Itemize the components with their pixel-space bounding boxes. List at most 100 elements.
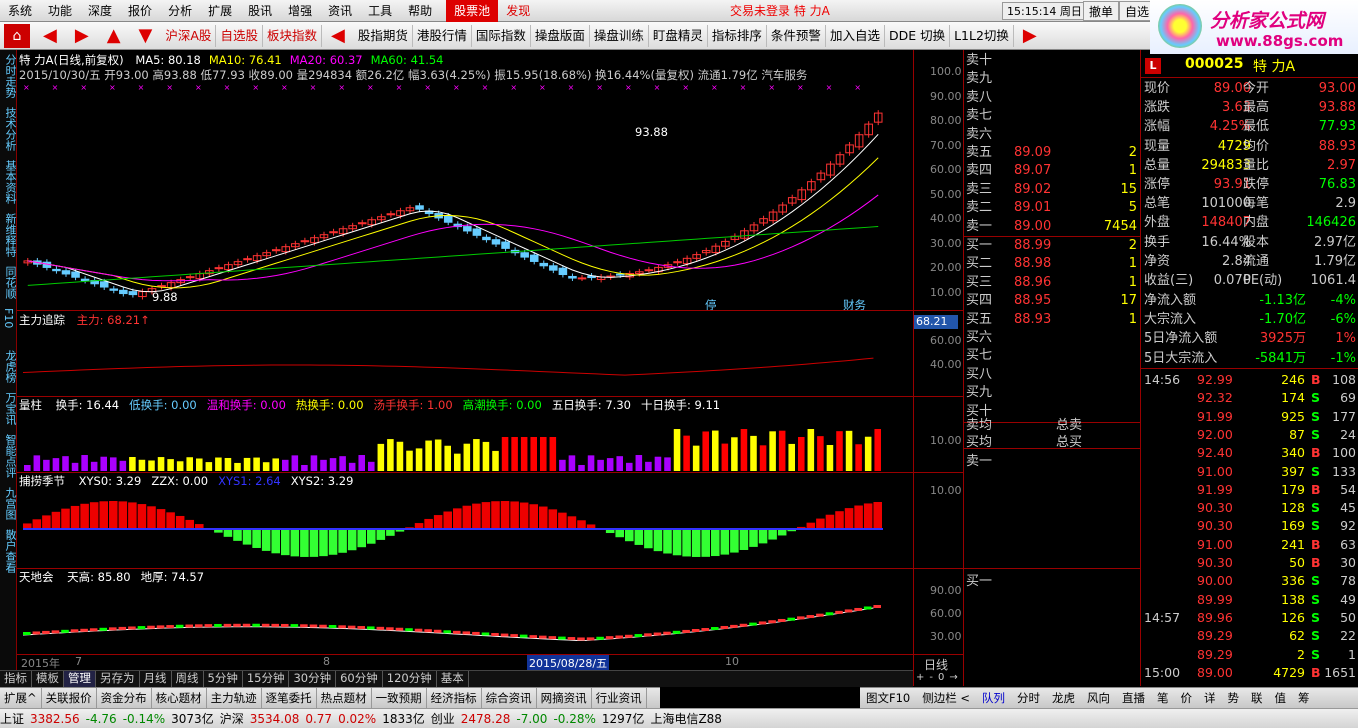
chart-tab-4[interactable]: 月线: [140, 671, 172, 687]
menu-item-9[interactable]: 工具: [360, 0, 400, 22]
leftnav-item-0[interactable]: 分时走势: [2, 54, 18, 98]
chart-tab-2[interactable]: 管理: [64, 671, 96, 687]
toolbar-right-10[interactable]: L1L2切换: [950, 24, 1014, 47]
sell-level-3[interactable]: 卖七: [966, 107, 1141, 125]
menu-item-0[interactable]: 系统: [0, 0, 40, 22]
toolbar-right-4[interactable]: 操盘训练: [590, 24, 649, 47]
toolbar-right-9[interactable]: DDE 切换: [885, 24, 951, 47]
home-icon[interactable]: ⌂: [4, 23, 30, 48]
func-tab-5[interactable]: 逐笔委托: [262, 688, 317, 708]
sell-level-2[interactable]: 卖八: [966, 89, 1141, 107]
right-tab-1[interactable]: 侧边栏 <: [916, 688, 976, 708]
toolbar-right-3[interactable]: 操盘版面: [531, 24, 590, 47]
right-tab-9[interactable]: 详: [1198, 688, 1222, 708]
func-tab-1[interactable]: 关联报价: [42, 688, 97, 708]
chart-area[interactable]: × × × × × × × × × × × × × × × × × × × × × × × × × × × × × × 特 力A(日线,前…: [17, 50, 913, 686]
leftnav-item-6[interactable]: 龙虎榜: [2, 350, 18, 383]
toolbar-arrow-icon-2[interactable]: ▲: [98, 25, 130, 47]
toolbar-right-0[interactable]: 股指期货: [354, 24, 413, 47]
toolbar-arrow-icon-0[interactable]: ◀: [34, 25, 66, 47]
leftnav-item-1[interactable]: 技术分析: [2, 107, 18, 151]
sell-level-8[interactable]: 卖二 89.01 5: [966, 199, 1141, 217]
right-tab-5[interactable]: 风向: [1081, 688, 1116, 708]
toolbar-right-7[interactable]: 条件预警: [767, 24, 826, 47]
toolbar-right-8[interactable]: 加入自选: [826, 24, 885, 47]
buy-level-8[interactable]: 买九: [966, 384, 1141, 402]
toolbar-right-5[interactable]: 盯盘精灵: [649, 24, 708, 47]
buy-level-2[interactable]: 买三 88.96 1: [966, 274, 1141, 292]
chart-tab-11[interactable]: 基本: [437, 671, 469, 687]
func-tab-6[interactable]: 热点题材: [317, 688, 372, 708]
right-tab-0[interactable]: 图文F10: [860, 688, 916, 708]
menu-red-item-1[interactable]: 发现: [498, 0, 538, 22]
leftnav-item-5[interactable]: F10: [2, 308, 15, 328]
buy-level-6[interactable]: 买七: [966, 347, 1141, 365]
func-tab-7[interactable]: 一致预期: [372, 688, 427, 708]
toolbar-left-0[interactable]: 沪深A股: [161, 24, 217, 47]
toolbar-arrow-icon-1[interactable]: ▶: [66, 25, 98, 47]
menu-item-10[interactable]: 帮助: [400, 0, 440, 22]
buy-level-9[interactable]: 买十: [966, 403, 1141, 421]
leftnav-item-8[interactable]: 智能点评: [2, 434, 18, 478]
buy-level-7[interactable]: 买八: [966, 366, 1141, 384]
func-tab-9[interactable]: 综合资讯: [482, 688, 537, 708]
toolbar-left-1[interactable]: 自选股: [216, 24, 263, 47]
chart-tab-6[interactable]: 5分钟: [204, 671, 243, 687]
right-tab-11[interactable]: 联: [1245, 688, 1269, 708]
menu-item-5[interactable]: 扩展: [200, 0, 240, 22]
right-tab-7[interactable]: 笔: [1151, 688, 1175, 708]
menu-item-6[interactable]: 股讯: [240, 0, 280, 22]
toolbar-left-2[interactable]: 板块指数: [263, 24, 322, 47]
axis-control-1[interactable]: -: [929, 672, 933, 683]
leftnav-item-10[interactable]: 散户查看: [2, 529, 18, 573]
func-tab-2[interactable]: 资金分布: [97, 688, 152, 708]
sell-level-5[interactable]: 卖五 89.09 2: [966, 144, 1141, 162]
toolbar-right-1[interactable]: 港股行情: [413, 24, 472, 47]
func-tab-4[interactable]: 主力轨迹: [207, 688, 262, 708]
leftnav-item-2[interactable]: 基本资料: [2, 160, 18, 204]
axis-control-0[interactable]: +: [916, 672, 924, 683]
axis-control-3[interactable]: →: [949, 672, 957, 683]
chart-tab-0[interactable]: 指标: [0, 671, 32, 687]
right-tab-12[interactable]: 值: [1269, 688, 1293, 708]
func-tab-11[interactable]: 行业资讯: [592, 688, 647, 708]
right-tab-8[interactable]: 价: [1175, 688, 1199, 708]
chart-tab-9[interactable]: 60分钟: [336, 671, 383, 687]
chart-tab-10[interactable]: 120分钟: [383, 671, 437, 687]
chart-tab-1[interactable]: 模板: [32, 671, 64, 687]
menu-item-2[interactable]: 深度: [80, 0, 120, 22]
sell-level-6[interactable]: 卖四 89.07 1: [966, 162, 1141, 180]
sell-level-9[interactable]: 卖一 89.00 7454: [966, 218, 1141, 236]
buy-level-3[interactable]: 买四 88.95 17: [966, 292, 1141, 310]
sell-level-0[interactable]: 卖十: [966, 52, 1141, 70]
toolbar-right-6[interactable]: 指标排序: [708, 24, 767, 47]
cancel-order-button[interactable]: 撤单: [1083, 1, 1120, 21]
menu-item-1[interactable]: 功能: [40, 0, 80, 22]
right-tab-2[interactable]: 队列: [976, 688, 1011, 708]
leftnav-item-7[interactable]: 万宝讯: [2, 392, 18, 425]
func-tab-8[interactable]: 经济指标: [427, 688, 482, 708]
buy-level-4[interactable]: 买五 88.93 1: [966, 311, 1141, 329]
right-tab-13[interactable]: 筹: [1292, 688, 1316, 708]
func-tab-3[interactable]: 核心题材: [152, 688, 207, 708]
right-tab-6[interactable]: 直播: [1116, 688, 1151, 708]
leftnav-item-3[interactable]: 新维释特: [2, 213, 18, 257]
menu-item-3[interactable]: 报价: [120, 0, 160, 22]
menu-item-8[interactable]: 资讯: [320, 0, 360, 22]
chart-tab-8[interactable]: 30分钟: [289, 671, 337, 687]
menu-item-7[interactable]: 增强: [280, 0, 320, 22]
sell-level-4[interactable]: 卖六: [966, 126, 1141, 144]
right-tab-3[interactable]: 分时: [1011, 688, 1046, 708]
chart-tab-3[interactable]: 另存为: [96, 671, 140, 687]
menu-red-item-0[interactable]: 股票池: [446, 0, 499, 22]
leftnav-item-9[interactable]: 九宫图: [2, 487, 18, 520]
menu-item-4[interactable]: 分析: [160, 0, 200, 22]
chart-tab-5[interactable]: 周线: [172, 671, 204, 687]
toolbar-arrow-icon-3[interactable]: ▼: [130, 25, 162, 47]
func-tab-10[interactable]: 网摘资讯: [537, 688, 592, 708]
buy-level-5[interactable]: 买六: [966, 329, 1141, 347]
toolbar-prev-icon[interactable]: ◀: [322, 25, 354, 47]
sell-level-1[interactable]: 卖九: [966, 70, 1141, 88]
toolbar-next-icon[interactable]: ▶: [1014, 25, 1046, 47]
buy-level-0[interactable]: 买一 88.99 2: [966, 237, 1141, 255]
